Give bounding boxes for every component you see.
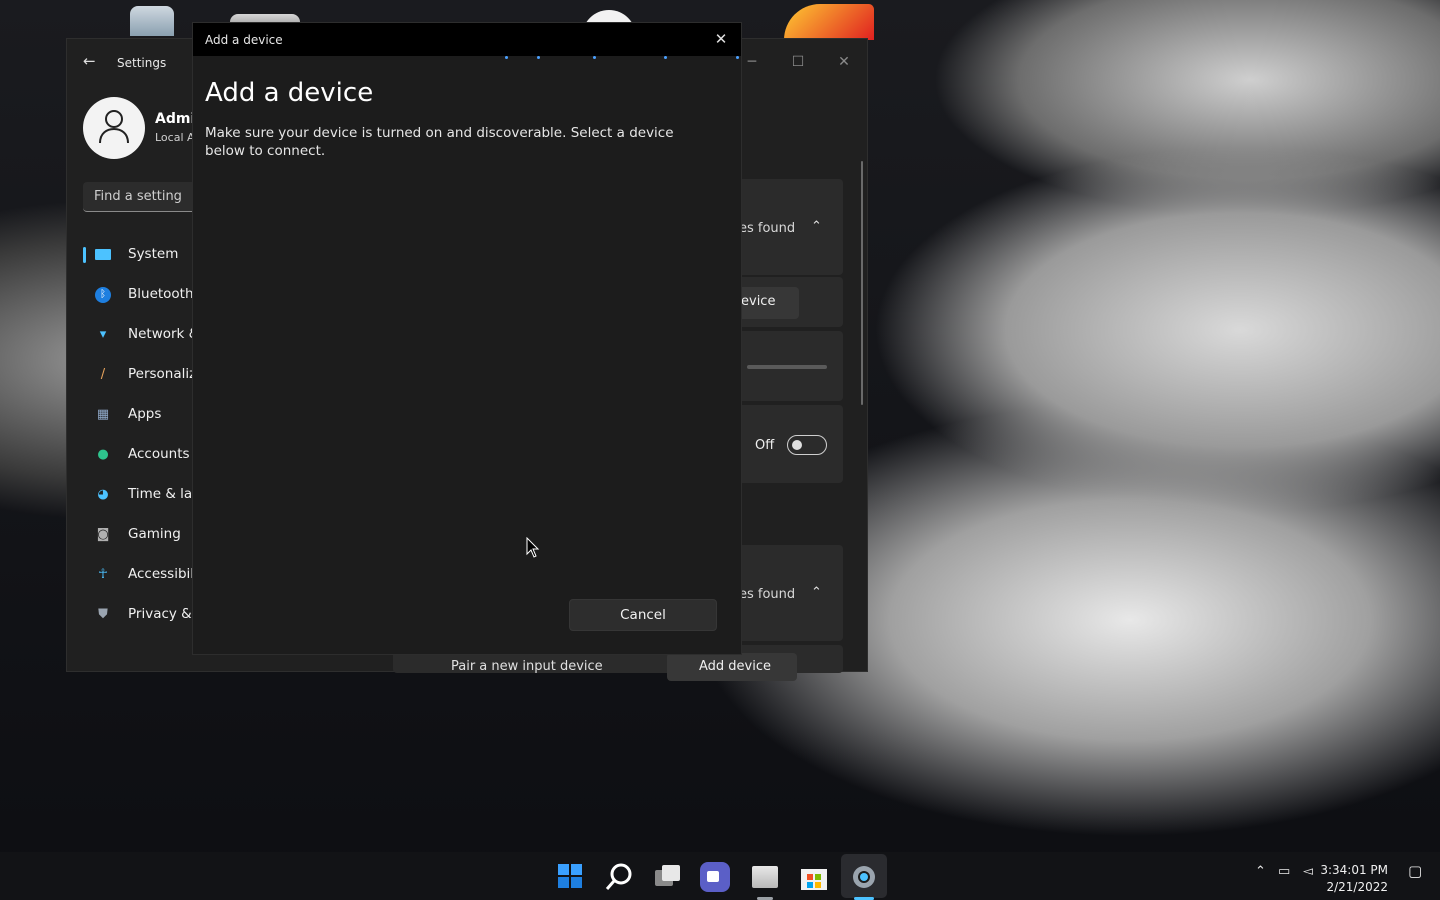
recycle-bin-icon[interactable] xyxy=(130,6,174,36)
person-icon: ● xyxy=(97,447,109,462)
sidebar-item-label: Bluetooth xyxy=(128,286,194,302)
system-icon xyxy=(95,249,111,260)
volume-icon[interactable]: ◅ xyxy=(1303,864,1313,879)
sidebar-item-label: Network & xyxy=(128,326,200,342)
dialog-window-title: Add a device xyxy=(205,33,283,47)
wifi-icon: ▾ xyxy=(99,327,107,342)
chevron-up-icon[interactable]: ⌃ xyxy=(811,219,822,234)
toggle-knob xyxy=(792,440,802,450)
sidebar-item-label: Accessibili xyxy=(128,566,198,582)
gear-icon xyxy=(853,866,875,888)
search-icon[interactable] xyxy=(604,862,634,892)
sidebar-item-label: System xyxy=(128,246,179,262)
add-device-button-label: evice xyxy=(741,294,776,309)
chevron-up-icon[interactable]: ⌃ xyxy=(1255,864,1266,879)
dialog-titlebar: Add a device ✕ xyxy=(193,23,741,56)
add-device-dialog: Add a device ✕ Add a device Make sure yo… xyxy=(192,22,742,655)
windows-logo-icon xyxy=(558,864,582,888)
start-icon[interactable] xyxy=(556,862,586,892)
task-view-icon[interactable] xyxy=(652,862,682,892)
account-type: Local A xyxy=(155,131,195,144)
network-icon[interactable]: ▭ xyxy=(1278,864,1290,879)
sidebar-item-label: Apps xyxy=(128,406,162,422)
brush-icon: / xyxy=(100,367,106,382)
globe-icon: ◕ xyxy=(97,487,109,502)
mouse-cursor-icon xyxy=(526,537,540,558)
scrollbar[interactable] xyxy=(861,161,863,405)
store-icon[interactable] xyxy=(799,862,829,892)
avatar xyxy=(83,97,145,159)
chat-icon[interactable] xyxy=(700,862,730,892)
phoenix-logo-icon[interactable] xyxy=(784,4,874,40)
taskbar: ⌃ ▭ ◅ 3:34:01 PM 2/21/2022 ▢ xyxy=(0,852,1440,900)
chevron-up-icon[interactable]: ⌃ xyxy=(811,585,822,600)
close-icon[interactable]: ✕ xyxy=(821,47,867,77)
clock-time: 3:34:01 PM xyxy=(1320,863,1388,877)
progress-dot xyxy=(593,56,596,59)
clock[interactable]: 3:34:01 PM 2/21/2022 xyxy=(1320,862,1388,896)
accessibility-icon: ☥ xyxy=(98,567,108,582)
toggle-state-label: Off xyxy=(755,438,775,453)
dialog-heading: Add a device xyxy=(205,78,374,108)
progress-dot xyxy=(736,56,739,59)
settings-icon[interactable] xyxy=(849,862,879,892)
sidebar-item-label: Time & lan xyxy=(128,486,201,502)
progress-dot xyxy=(664,56,667,59)
close-icon[interactable]: ✕ xyxy=(713,31,729,47)
magnifier-icon xyxy=(605,863,632,890)
person-icon xyxy=(99,110,129,144)
shield-icon: ⛊ xyxy=(98,607,108,622)
search-placeholder: Find a setting xyxy=(94,189,182,204)
gamepad-icon: ◙ xyxy=(96,527,110,542)
clock-date: 2/21/2022 xyxy=(1326,880,1388,894)
add-device-button-label: Add device xyxy=(699,659,772,674)
pair-input-label: Pair a new input device xyxy=(451,659,603,674)
toggle-switch[interactable] xyxy=(787,435,827,455)
dialog-description: Make sure your device is turned on and d… xyxy=(205,125,674,159)
apps-icon: ▦ xyxy=(96,407,110,422)
maximize-icon[interactable]: ☐ xyxy=(775,47,821,77)
settings-app-title: Settings xyxy=(117,56,167,70)
sidebar-item-label: Gaming xyxy=(128,526,181,542)
file-explorer-icon[interactable] xyxy=(750,862,780,892)
store-bag-icon xyxy=(801,869,827,890)
slider-track[interactable] xyxy=(747,365,827,369)
progress-dot xyxy=(505,56,508,59)
bluetooth-icon: ᛒ xyxy=(95,287,111,303)
sidebar-item-label: Accounts xyxy=(128,446,190,462)
devices-found-text: es found xyxy=(739,587,796,602)
selection-indicator xyxy=(83,247,86,263)
sidebar-item-label: Personaliz xyxy=(128,366,197,382)
back-arrow-icon[interactable]: ← xyxy=(83,53,99,69)
progress-dot xyxy=(537,56,540,59)
devices-found-text: es found xyxy=(739,221,796,236)
cancel-button[interactable]: Cancel xyxy=(569,599,717,631)
notification-icon[interactable]: ▢ xyxy=(1408,862,1422,880)
add-device-button-2[interactable]: Add device xyxy=(667,653,797,681)
